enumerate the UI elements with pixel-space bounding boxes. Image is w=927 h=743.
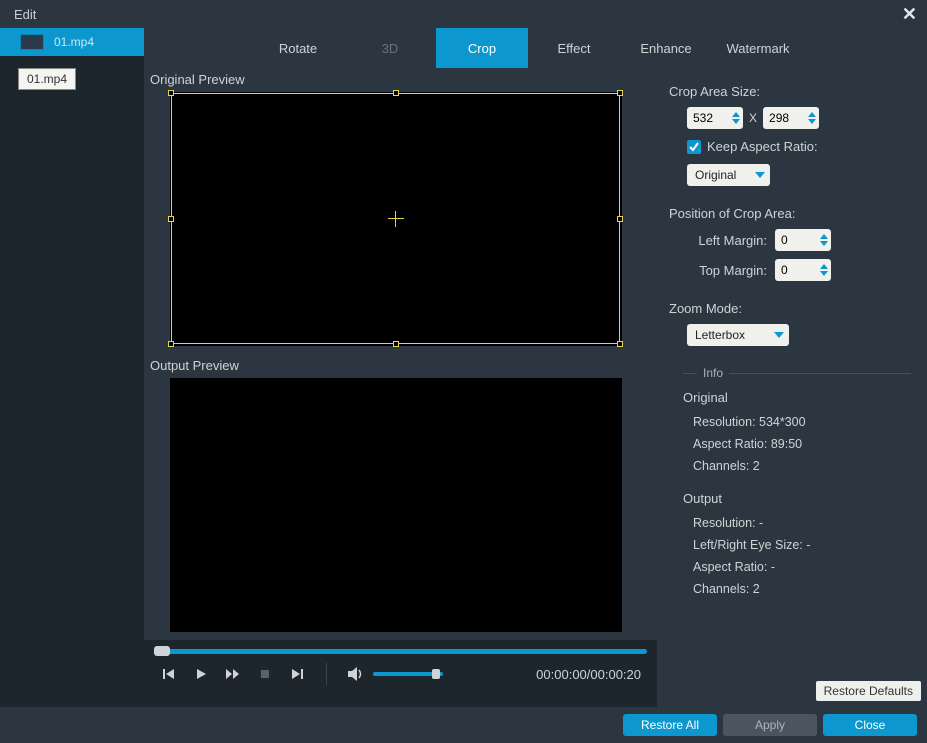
crop-width-spinner[interactable] (687, 107, 743, 129)
info-output-channels: Channels: 2 (693, 578, 911, 600)
zoom-mode-value: Letterbox (695, 328, 745, 342)
file-tab[interactable]: 01.mp4 (0, 28, 144, 56)
top-margin-label: Top Margin: (687, 263, 767, 278)
info-output-resolution: Resolution: - (693, 512, 911, 534)
file-tooltip: 01.mp4 (18, 68, 76, 90)
chevron-down-icon (754, 171, 766, 179)
footer-bar: Restore All Apply Close (0, 707, 927, 743)
restore-defaults-button[interactable]: Restore Defaults (816, 681, 921, 701)
x-separator: X (749, 111, 757, 125)
crop-size-label: Crop Area Size: (669, 84, 911, 99)
aspect-ratio-value: Original (695, 168, 736, 182)
info-original: Original Resolution: 534*300 Aspect Rati… (683, 390, 911, 477)
close-icon[interactable]: ✕ (902, 5, 917, 23)
crop-frame[interactable] (171, 93, 620, 344)
controls-row: 00:00:00/00:00:20 (154, 656, 647, 692)
stop-button[interactable] (256, 665, 274, 683)
spinner-buttons-icon[interactable] (817, 234, 831, 246)
original-preview-label: Original Preview (144, 68, 657, 90)
crop-handle-left[interactable] (168, 216, 174, 222)
left-margin-spinner[interactable] (775, 229, 831, 251)
crop-handle-top-right[interactable] (617, 90, 623, 96)
spinner-buttons-icon[interactable] (817, 264, 831, 276)
crosshair-icon (388, 211, 404, 227)
zoom-group: Zoom Mode: Letterbox (669, 301, 911, 346)
top-margin-spinner[interactable] (775, 259, 831, 281)
crop-handle-bottom[interactable] (393, 341, 399, 347)
keep-aspect-checkbox[interactable] (687, 140, 701, 154)
tab-enhance[interactable]: Enhance (620, 28, 712, 68)
settings-panel: Crop Area Size: X (657, 68, 927, 707)
info-output-title: Output (683, 491, 911, 506)
seek-thumb[interactable] (154, 646, 170, 656)
tab-3d: 3D (344, 28, 436, 68)
aspect-ratio-select[interactable]: Original (687, 164, 770, 186)
file-thumb-icon (20, 34, 44, 50)
crop-height-input[interactable] (763, 111, 805, 125)
tab-watermark[interactable]: Watermark (712, 28, 804, 68)
original-video (170, 92, 622, 346)
next-button[interactable] (288, 665, 306, 683)
spinner-buttons-icon[interactable] (805, 112, 819, 124)
volume-slider[interactable] (373, 672, 443, 676)
output-preview-label: Output Preview (144, 354, 657, 376)
close-button[interactable]: Close (823, 714, 917, 736)
info-original-resolution: Resolution: 534*300 (693, 411, 911, 433)
output-preview-stage (144, 376, 657, 640)
playbar: 00:00:00/00:00:20 (144, 640, 657, 692)
info-original-channels: Channels: 2 (693, 455, 911, 477)
zoom-label: Zoom Mode: (669, 301, 911, 316)
workspace: Original Preview (144, 68, 927, 707)
seek-track (154, 649, 647, 654)
tab-effect[interactable]: Effect (528, 28, 620, 68)
info-head-label: Info (703, 366, 723, 380)
fast-forward-button[interactable] (224, 665, 242, 683)
info-output-eye: Left/Right Eye Size: - (693, 534, 911, 556)
prev-button[interactable] (160, 665, 178, 683)
left-margin-input[interactable] (775, 233, 817, 247)
output-video (170, 378, 622, 632)
seek-bar[interactable] (154, 646, 647, 656)
left-margin-label: Left Margin: (687, 233, 767, 248)
tab-crop[interactable]: Crop (436, 28, 528, 68)
tab-rotate[interactable]: Rotate (252, 28, 344, 68)
crop-handle-bottom-right[interactable] (617, 341, 623, 347)
crop-handle-bottom-left[interactable] (168, 341, 174, 347)
separator (326, 663, 327, 685)
info-output: Output Resolution: - Left/Right Eye Size… (683, 491, 911, 600)
time-display: 00:00:00/00:00:20 (536, 667, 641, 682)
crop-size-group: Crop Area Size: X (669, 84, 911, 186)
keep-aspect-label: Keep Aspect Ratio: (707, 139, 818, 154)
tabs-bar: Rotate 3D Crop Effect Enhance Watermark (144, 28, 927, 68)
crop-handle-top[interactable] (393, 90, 399, 96)
main-area: 01.mp4 01.mp4 Rotate 3D Crop Effect Enha… (0, 28, 927, 707)
volume-control (347, 665, 443, 683)
play-button[interactable] (192, 665, 210, 683)
apply-button: Apply (723, 714, 817, 736)
info-original-title: Original (683, 390, 911, 405)
original-preview-stage (144, 90, 657, 354)
info-heading: Info (683, 366, 911, 380)
restore-all-button[interactable]: Restore All (623, 714, 717, 736)
position-group: Position of Crop Area: Left Margin: To (669, 206, 911, 281)
position-label: Position of Crop Area: (669, 206, 911, 221)
window-title: Edit (14, 7, 36, 22)
crop-height-spinner[interactable] (763, 107, 819, 129)
crop-handle-top-left[interactable] (168, 90, 174, 96)
info-original-aspect: Aspect Ratio: 89:50 (693, 433, 911, 455)
preview-column: Original Preview (144, 68, 657, 707)
info-output-aspect: Aspect Ratio: - (693, 556, 911, 578)
file-name: 01.mp4 (54, 35, 94, 49)
titlebar: Edit ✕ (0, 0, 927, 28)
top-margin-input[interactable] (775, 263, 817, 277)
center-wrap: Rotate 3D Crop Effect Enhance Watermark … (144, 28, 927, 707)
crop-width-input[interactable] (687, 111, 729, 125)
sidebar: 01.mp4 01.mp4 (0, 28, 144, 707)
zoom-mode-select[interactable]: Letterbox (687, 324, 789, 346)
spinner-buttons-icon[interactable] (729, 112, 743, 124)
crop-handle-right[interactable] (617, 216, 623, 222)
volume-thumb[interactable] (432, 669, 440, 679)
chevron-down-icon (773, 331, 785, 339)
volume-icon[interactable] (347, 665, 365, 683)
